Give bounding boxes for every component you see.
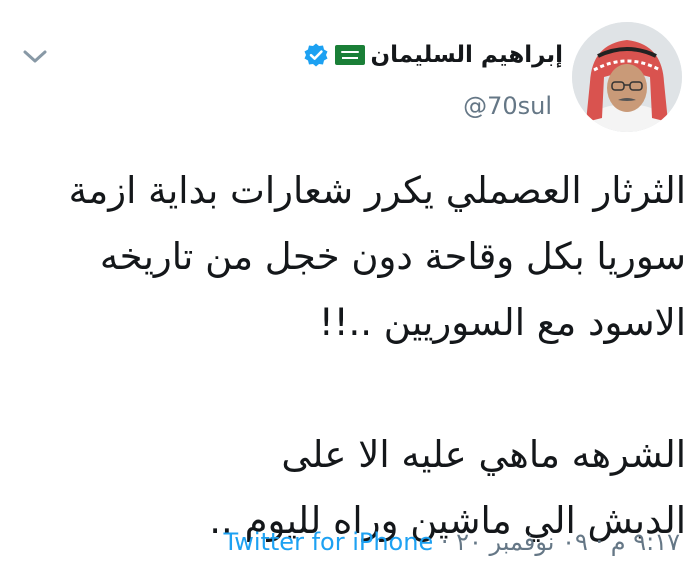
tweet-source-link[interactable]: Twitter for iPhone	[224, 528, 434, 556]
author-handle[interactable]: @70sul	[463, 92, 552, 120]
tweet-text: الثرثار العصملي يكرر شعارات بداية ازمة س…	[26, 158, 686, 554]
saudi-flag-icon	[334, 45, 365, 65]
chevron-down-icon[interactable]	[22, 46, 48, 68]
verified-badge-icon	[303, 42, 329, 68]
tweet-line: الثرثار العصملي يكرر شعارات بداية ازمة	[68, 169, 686, 212]
avatar[interactable]	[572, 22, 682, 132]
author-name-row: إبراهيم السليمان	[303, 42, 563, 68]
tweet-line: الشرهه ماهي عليه الا على	[281, 433, 686, 476]
author-display-name[interactable]: إبراهيم السليمان	[371, 42, 563, 68]
tweet-line: سوريا بكل وقاحة دون خجل من تاريخه	[99, 235, 686, 278]
tweet-meta: ٩:١٧ م · ٠٩ نوفمبر ٢٠ · Twitter for iPho…	[224, 528, 681, 556]
tweet-line: الاسود مع السوريين ..!!	[318, 301, 686, 344]
tweet-timestamp[interactable]: ٩:١٧ م · ٠٩ نوفمبر ٢٠ ·	[441, 528, 680, 556]
